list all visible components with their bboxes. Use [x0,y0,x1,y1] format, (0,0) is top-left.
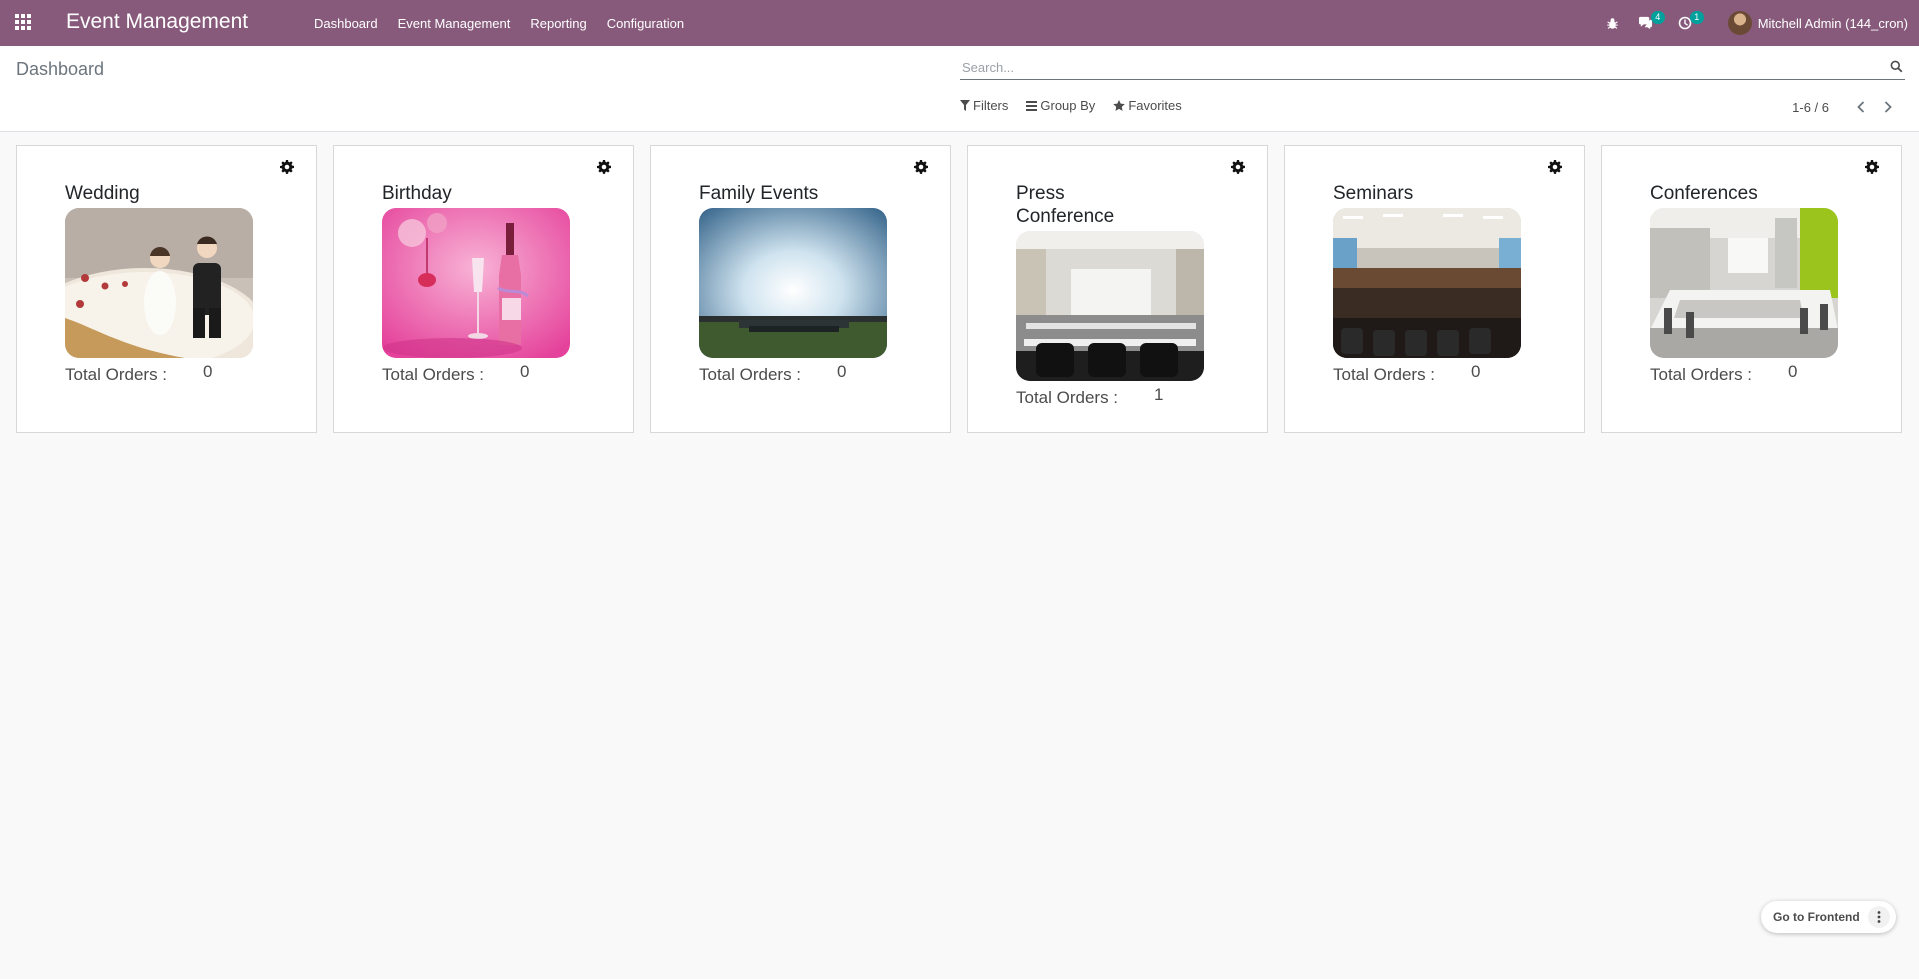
menu-item-configuration[interactable]: Configuration [597,16,694,31]
card-title: Family Events [699,183,819,204]
gear-icon[interactable] [597,160,611,174]
total-orders-label: Total Orders : [65,365,168,384]
group-by-label: Group By [1040,98,1096,113]
activities-menu[interactable]: 1 [1672,0,1718,46]
menu-item-reporting[interactable]: Reporting [520,16,596,31]
card-title: Wedding [65,183,140,204]
user-name: Mitchell Admin (144_cron) [1757,15,1908,31]
total-orders-value: 1 [1154,385,1164,404]
favorites-button[interactable]: Favorites [1113,98,1182,113]
total-orders-label: Total Orders : [699,365,802,384]
search-box [960,56,1905,80]
total-orders-label: Total Orders : [1650,365,1753,384]
conference-hall-image [1016,231,1204,381]
total-orders-label: Total Orders : [382,365,485,384]
go-to-frontend-button[interactable]: Go to Frontend [1773,910,1860,924]
kanban-card-seminars[interactable]: Seminars Total Orders : 0 [1284,145,1585,433]
card-title: Birthday [382,183,452,204]
total-orders-value: 0 [1788,362,1798,381]
wedding-cake-image [65,208,253,358]
kanban-card-wedding[interactable]: Wedding Total Orders : 0 [16,145,317,433]
kanban-card-press-conference[interactable]: Press Conference Total Orders : 1 [967,145,1268,433]
total-orders-label: Total Orders : [1333,365,1436,384]
debug-bug-icon[interactable] [1596,0,1630,46]
total-orders-label: Total Orders : [1016,388,1119,407]
total-orders-value: 0 [1471,362,1481,381]
control-panel: Dashboard Filters Group By Favorites 1-6… [0,46,1919,132]
group-by-button[interactable]: Group By [1026,98,1095,113]
kebab-menu-icon [1877,911,1881,923]
seminar-room-image [1333,208,1521,358]
family-crowd-image [699,208,887,358]
chevron-left-icon [1856,101,1864,113]
pager-value[interactable]: 1-6 / 6 [1792,100,1829,115]
main-navbar: Event Management Dashboard Event Managem… [0,0,1919,46]
pager-next-button[interactable] [1874,98,1901,116]
total-orders-value: 0 [520,362,530,381]
total-orders-value: 0 [203,362,213,381]
more-options-button[interactable] [1867,906,1890,928]
activities-count-badge: 1 [1689,11,1704,24]
card-title: Seminars [1333,183,1414,204]
systray: 4 1 Mitchell Admin (144_cron) [1596,0,1919,46]
apps-menu-icon[interactable] [15,14,33,32]
list-icon [1026,100,1038,111]
filters-button[interactable]: Filters [960,98,1008,113]
search-options: Filters Group By Favorites [960,98,1200,113]
kanban-view: Wedding Total Orders : 0 Birthday Total … [16,145,1902,433]
user-avatar [1727,11,1752,35]
gear-icon[interactable] [280,160,294,174]
gear-icon[interactable] [1231,160,1245,174]
chevron-right-icon [1884,101,1892,113]
menu-item-event-management[interactable]: Event Management [388,16,521,31]
app-title[interactable]: Event Management [66,10,248,34]
gear-icon[interactable] [914,160,928,174]
top-menu: Dashboard Event Management Reporting Con… [304,0,694,46]
kanban-card-family-events[interactable]: Family Events Total Orders : 0 [650,145,951,433]
meeting-room-image [1650,208,1838,358]
total-orders-value: 0 [837,362,847,381]
pager-previous-button[interactable] [1847,98,1874,116]
kanban-card-conferences[interactable]: Conferences Total Orders : 0 [1601,145,1902,433]
card-title: Conferences [1650,183,1758,204]
search-input[interactable] [960,56,1880,78]
star-icon [1113,100,1126,111]
messages-count-badge: 4 [1650,11,1665,24]
pager: 1-6 / 6 [1792,98,1901,116]
favorites-label: Favorites [1128,98,1182,113]
kanban-card-birthday[interactable]: Birthday Total Orders : 0 [333,145,634,433]
messages-menu[interactable]: 4 [1630,0,1672,46]
user-menu[interactable]: Mitchell Admin (144_cron) [1718,0,1919,46]
gear-icon[interactable] [1548,160,1562,174]
search-icon[interactable] [1890,60,1903,73]
card-title: Press Conference [1016,183,1115,227]
menu-item-dashboard[interactable]: Dashboard [304,16,388,31]
frontend-widget: Go to Frontend [1761,901,1896,933]
birthday-wine-image [382,208,570,358]
gear-icon[interactable] [1865,160,1879,174]
breadcrumb: Dashboard [16,59,105,79]
filters-label: Filters [973,98,1009,113]
filter-icon [960,100,970,111]
